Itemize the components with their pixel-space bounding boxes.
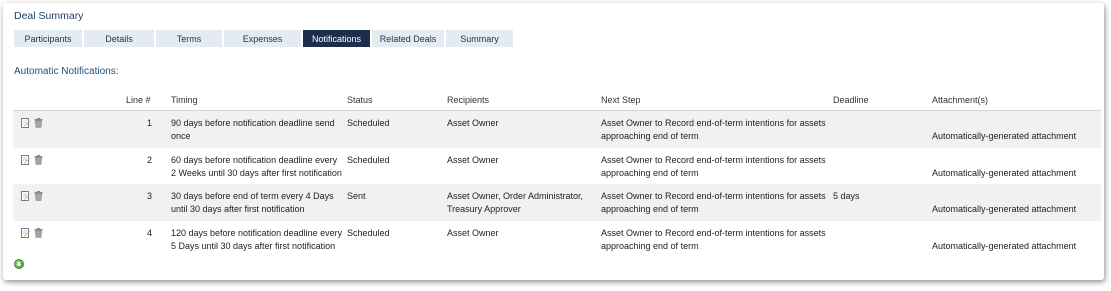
cell-timing: 30 days before end of term every 4 Days … [171, 191, 334, 214]
header-next-step[interactable]: Next Step [601, 95, 641, 105]
edit-notification-icon[interactable] [21, 227, 30, 238]
cell-status: Scheduled [347, 227, 390, 238]
table-row: 1 90 days before notification deadline s… [13, 111, 1101, 148]
table-header: Line # Timing Status Recipients Next Ste… [13, 89, 1101, 111]
cell-line: 4 [146, 227, 152, 238]
table-row: 2 60 days before notification deadline e… [13, 148, 1101, 185]
table-row: 4 120 days before notification deadline … [13, 221, 1101, 258]
cell-timing: 60 days before notification deadline eve… [171, 154, 342, 178]
header-deadline[interactable]: Deadline [833, 95, 869, 105]
trash-icon[interactable] [34, 191, 43, 201]
add-circle-icon[interactable] [14, 259, 24, 269]
tab-summary[interactable]: Summary [446, 30, 513, 47]
header-timing[interactable]: Timing [171, 95, 198, 105]
cell-next-step: Asset Owner to Record end-of-term intent… [601, 227, 826, 251]
tab-related-deals[interactable]: Related Deals [372, 30, 444, 47]
cell-deadline: 5 days [833, 191, 860, 201]
cell-status: Sent [347, 191, 366, 201]
deal-summary-panel: Deal Summary Participants Details Terms … [3, 3, 1104, 280]
tab-participants[interactable]: Participants [14, 30, 82, 47]
cell-recipients: Asset Owner, Order Administrator, Treasu… [447, 191, 584, 214]
edit-notification-icon[interactable] [21, 191, 30, 201]
cell-next-step: Asset Owner to Record end-of-term intent… [601, 154, 826, 178]
cell-line: 2 [146, 154, 152, 165]
notifications-table: Line # Timing Status Recipients Next Ste… [13, 89, 1101, 257]
cell-attachment-link[interactable]: Automatically-generated attachment [932, 240, 1097, 253]
cell-attachment-link[interactable]: Automatically-generated attachment [932, 203, 1097, 216]
section-title: Automatic Notifications: [14, 66, 119, 77]
edit-notification-icon[interactable] [21, 154, 30, 165]
cell-timing: 120 days before notification deadline ev… [171, 227, 343, 251]
tab-terms[interactable]: Terms [156, 30, 222, 47]
tab-expenses[interactable]: Expenses [224, 30, 301, 47]
table-row: 3 30 days before end of term every 4 Day… [13, 184, 1101, 221]
tab-bar: Participants Details Terms Expenses Noti… [14, 30, 513, 47]
cell-attachment-link[interactable]: Automatically-generated attachment [932, 130, 1097, 143]
cell-timing: 90 days before notification deadline sen… [171, 118, 335, 141]
trash-icon[interactable] [34, 227, 43, 238]
cell-next-step: Asset Owner to Record end-of-term intent… [601, 191, 826, 214]
tab-details[interactable]: Details [84, 30, 154, 47]
cell-status: Scheduled [347, 118, 390, 128]
tab-notifications[interactable]: Notifications [303, 30, 370, 47]
header-status[interactable]: Status [347, 95, 373, 105]
cell-line: 1 [146, 118, 152, 128]
cell-next-step: Asset Owner to Record end-of-term intent… [601, 118, 826, 141]
cell-line: 3 [146, 191, 152, 201]
header-recipients[interactable]: Recipients [447, 95, 489, 105]
trash-icon[interactable] [34, 118, 43, 128]
header-line[interactable]: Line # [126, 95, 151, 105]
cell-recipients: Asset Owner [447, 154, 499, 165]
page-title: Deal Summary [14, 10, 84, 22]
cell-recipients: Asset Owner [447, 227, 499, 238]
cell-status: Scheduled [347, 154, 390, 165]
cell-attachment-link[interactable]: Automatically-generated attachment [932, 167, 1097, 180]
edit-notification-icon[interactable] [21, 118, 30, 128]
trash-icon[interactable] [34, 154, 43, 165]
cell-recipients: Asset Owner [447, 118, 499, 128]
header-attachments[interactable]: Attachment(s) [932, 95, 988, 105]
